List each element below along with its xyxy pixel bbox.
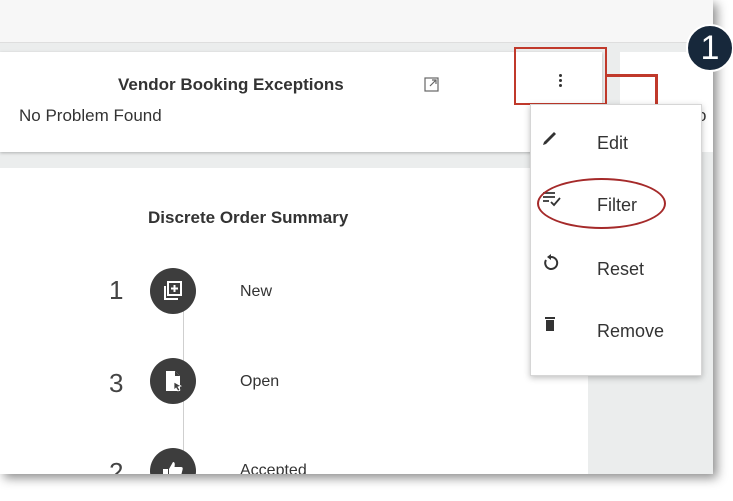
discrete-order-card: Discrete Order Summary 1 New 3 Open 2 Ac…	[0, 168, 588, 474]
row-label[interactable]: Accepted	[240, 462, 307, 474]
reset-icon	[544, 254, 559, 270]
menu-item-label: Reset	[597, 259, 645, 279]
menu-item-edit[interactable]: Edit	[531, 115, 701, 165]
more-vert-icon[interactable]	[559, 74, 563, 89]
vendor-booking-card: Vendor Booking Exceptions No Problem Fou…	[0, 52, 602, 152]
annotation-arrow	[607, 74, 657, 77]
add-box-icon[interactable]	[150, 268, 196, 314]
filter-highlight-ellipse	[537, 178, 666, 229]
row-count: 3	[109, 368, 124, 398]
top-strip	[0, 0, 713, 43]
row-count: 2	[109, 457, 124, 474]
card-options-button[interactable]	[514, 47, 607, 105]
row-label[interactable]: New	[240, 283, 272, 301]
menu-item-reset[interactable]: Reset	[531, 241, 701, 291]
dashboard-frame: Vendor Booking Exceptions No Problem Fou…	[0, 0, 713, 474]
vendor-card-status: No Problem Found	[19, 106, 162, 125]
row-label[interactable]: Open	[240, 373, 279, 391]
trash-icon	[545, 317, 555, 331]
step-callout-badge: 1	[686, 24, 733, 72]
menu-item-label: Edit	[597, 133, 629, 153]
pencil-icon	[543, 132, 556, 145]
menu-item-remove[interactable]: Remove	[531, 303, 701, 353]
row-count: 1	[109, 275, 124, 305]
vendor-card-title[interactable]: Vendor Booking Exceptions	[118, 75, 344, 95]
menu-item-label: Remove	[597, 321, 665, 341]
open-external-icon[interactable]	[424, 77, 439, 92]
thumbs-up-icon[interactable]	[150, 448, 196, 474]
order-card-title: Discrete Order Summary	[148, 208, 349, 227]
document-icon[interactable]	[150, 358, 196, 404]
card-options-menu: Edit Filter Reset Remove	[530, 104, 702, 376]
